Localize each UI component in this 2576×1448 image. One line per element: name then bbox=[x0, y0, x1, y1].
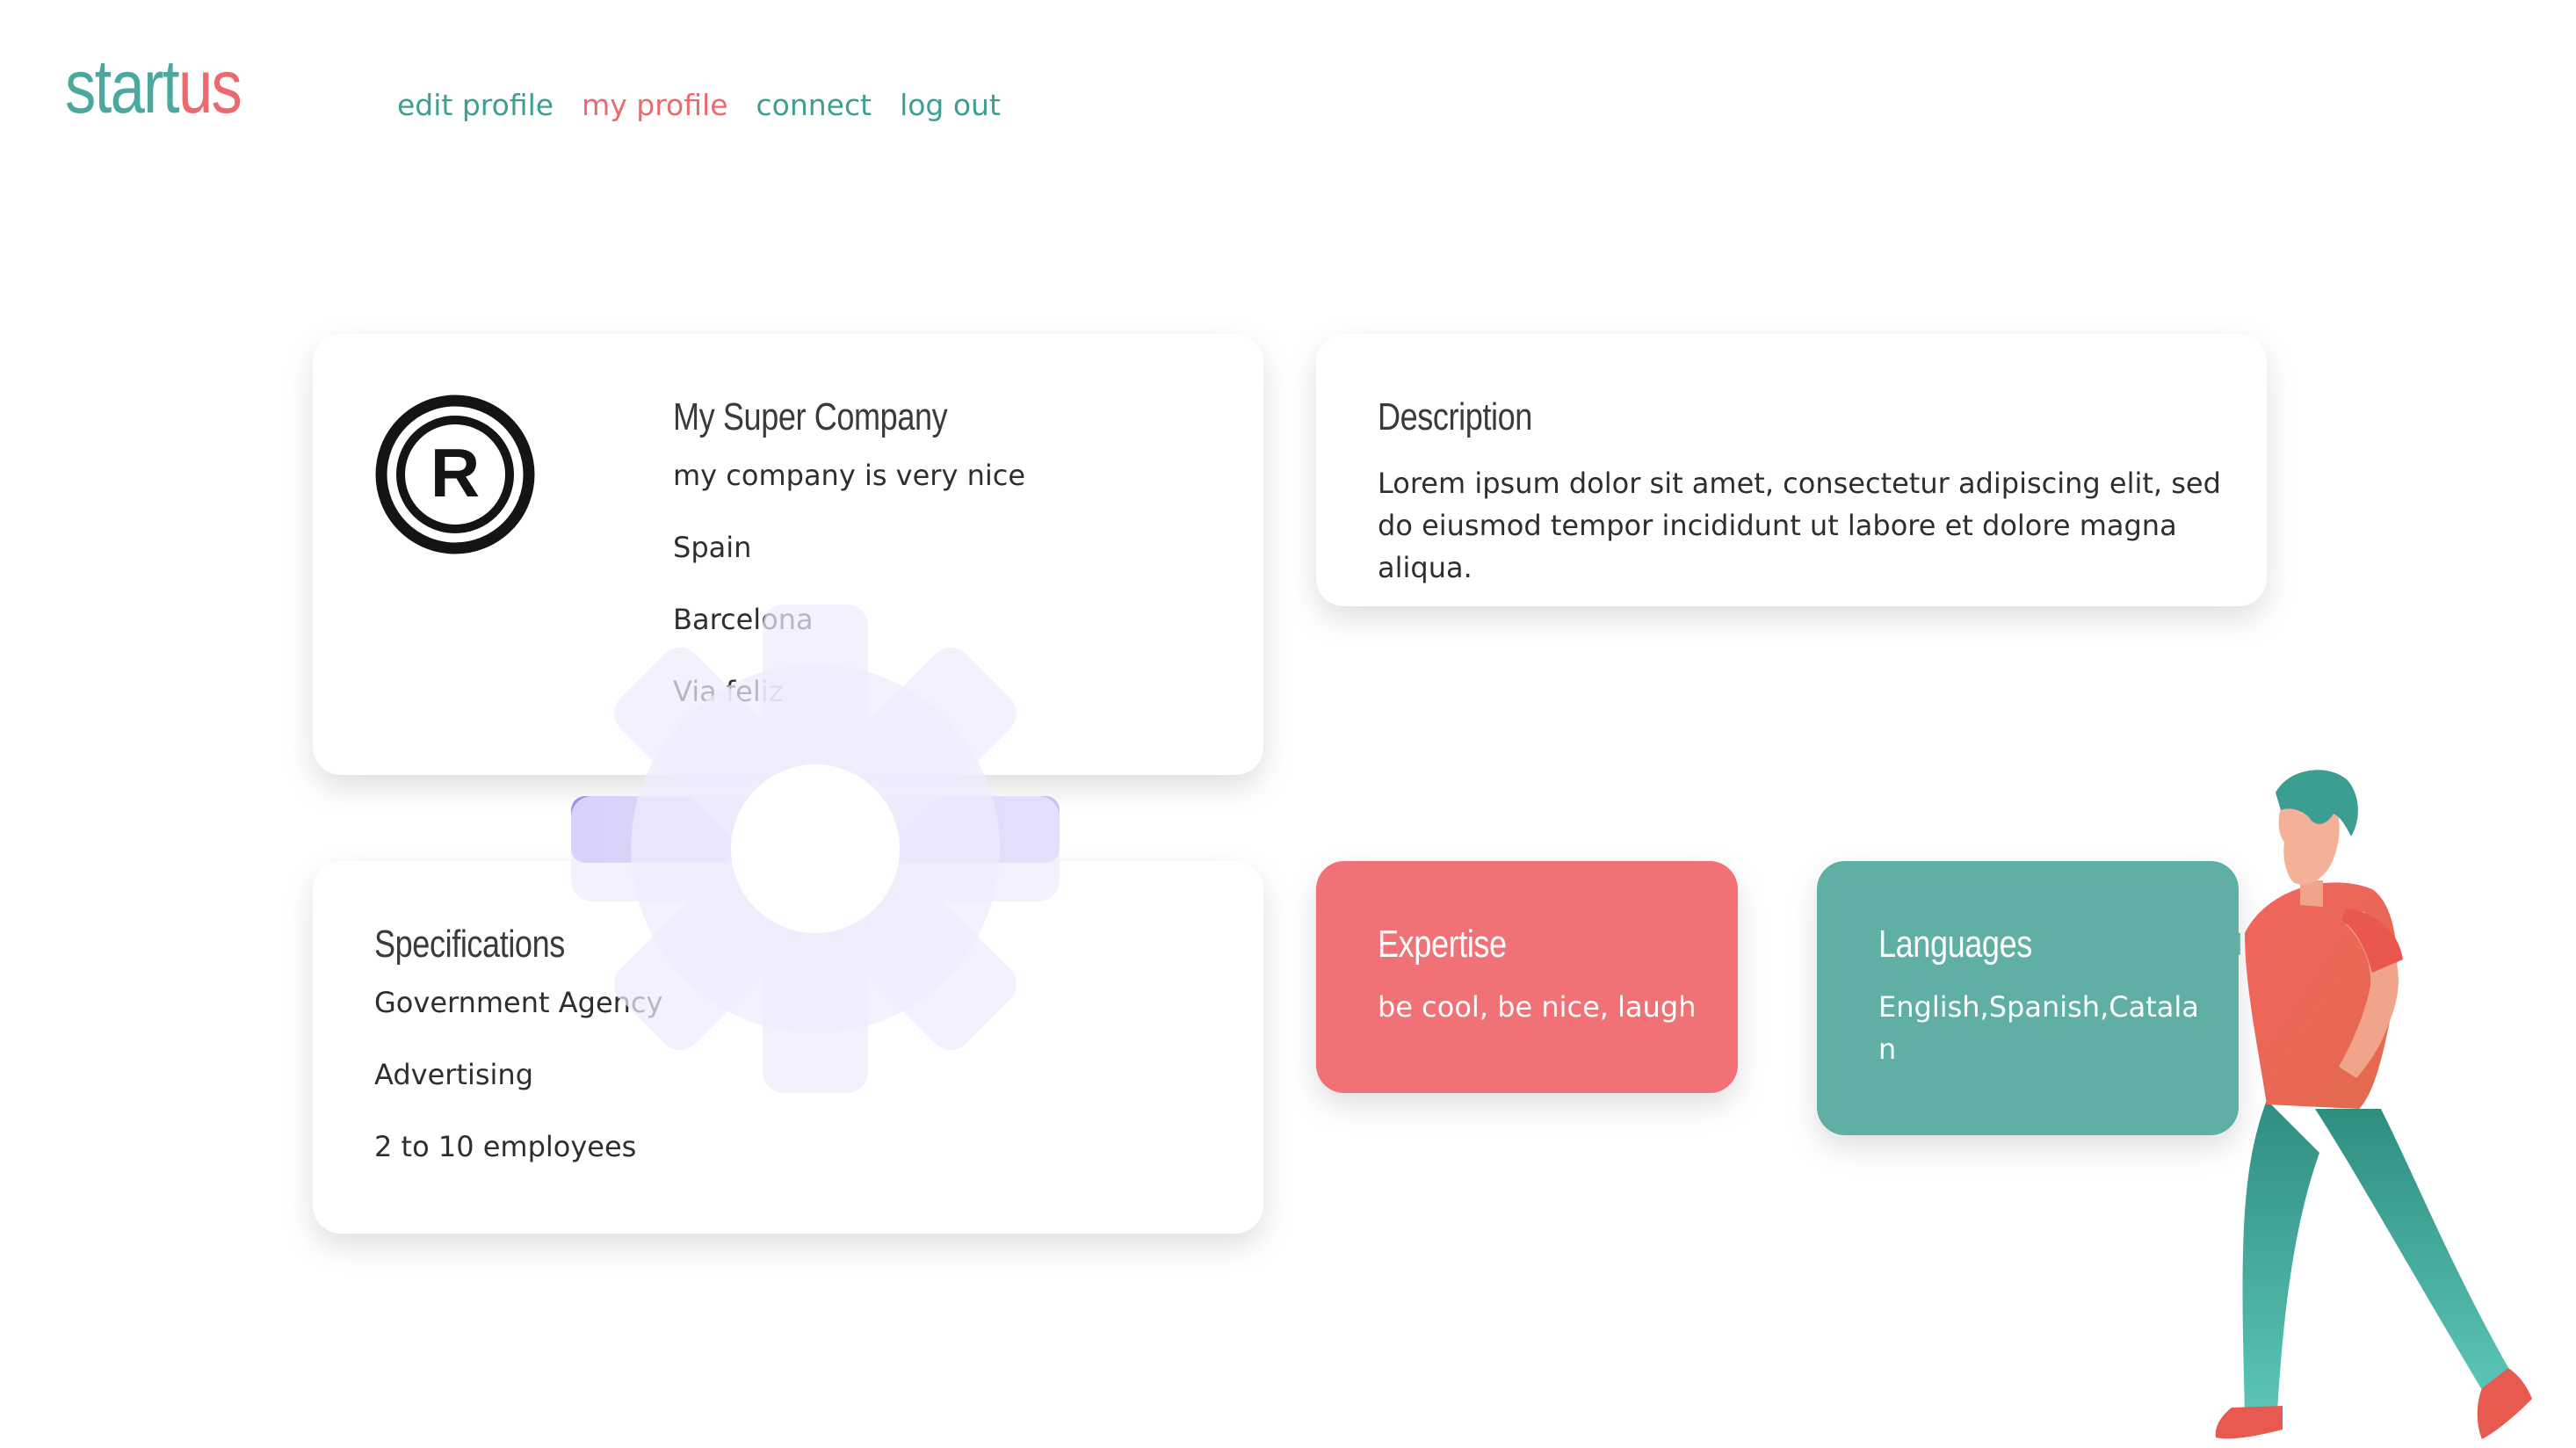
brand-logo-part-us: us bbox=[177, 45, 242, 129]
languages-text: English,Spanish,Catalan bbox=[1878, 990, 2199, 1066]
brand-logo[interactable]: startus bbox=[65, 49, 242, 125]
specifications-title: Specifications bbox=[374, 923, 565, 966]
company-info: My Super Company my company is very nice… bbox=[673, 395, 1025, 708]
nav-log-out[interactable]: log out bbox=[900, 88, 1001, 122]
nav-connect[interactable]: connect bbox=[756, 88, 872, 122]
company-country: Spain bbox=[673, 531, 752, 564]
languages-card: Languages English,Spanish,Catalan bbox=[1817, 861, 2239, 1135]
languages-title: Languages bbox=[1878, 923, 2032, 966]
description-card: Description Lorem ipsum dolor sit amet, … bbox=[1316, 334, 2267, 606]
nav-edit-profile[interactable]: edit profile bbox=[397, 88, 554, 122]
nav-my-profile[interactable]: my profile bbox=[582, 88, 727, 122]
company-tagline: my company is very nice bbox=[673, 459, 1026, 492]
specifications-card: Specifications Government Agency Adverti… bbox=[313, 861, 1263, 1234]
company-card: R My Super Company my company is very ni… bbox=[313, 334, 1263, 775]
company-name: My Super Company bbox=[673, 395, 948, 438]
company-city: Barcelona bbox=[673, 603, 814, 636]
registered-trademark-icon: R bbox=[375, 395, 535, 554]
specifications-sector: Advertising bbox=[374, 1058, 534, 1091]
svg-text:R: R bbox=[431, 434, 480, 511]
brand-logo-part-start: start bbox=[65, 45, 180, 129]
specifications-size: 2 to 10 employees bbox=[374, 1130, 637, 1163]
expertise-card: Expertise be cool, be nice, laugh bbox=[1316, 861, 1738, 1093]
description-text: Lorem ipsum dolor sit amet, consectetur … bbox=[1378, 467, 2221, 584]
specifications-type: Government Agency bbox=[374, 986, 663, 1019]
expertise-text: be cool, be nice, laugh bbox=[1378, 990, 1697, 1024]
company-street: Via feliz bbox=[673, 675, 784, 708]
description-title: Description bbox=[1378, 395, 1532, 438]
expertise-title: Expertise bbox=[1378, 923, 1507, 966]
main-nav: edit profile my profile connect log out bbox=[397, 88, 1001, 122]
